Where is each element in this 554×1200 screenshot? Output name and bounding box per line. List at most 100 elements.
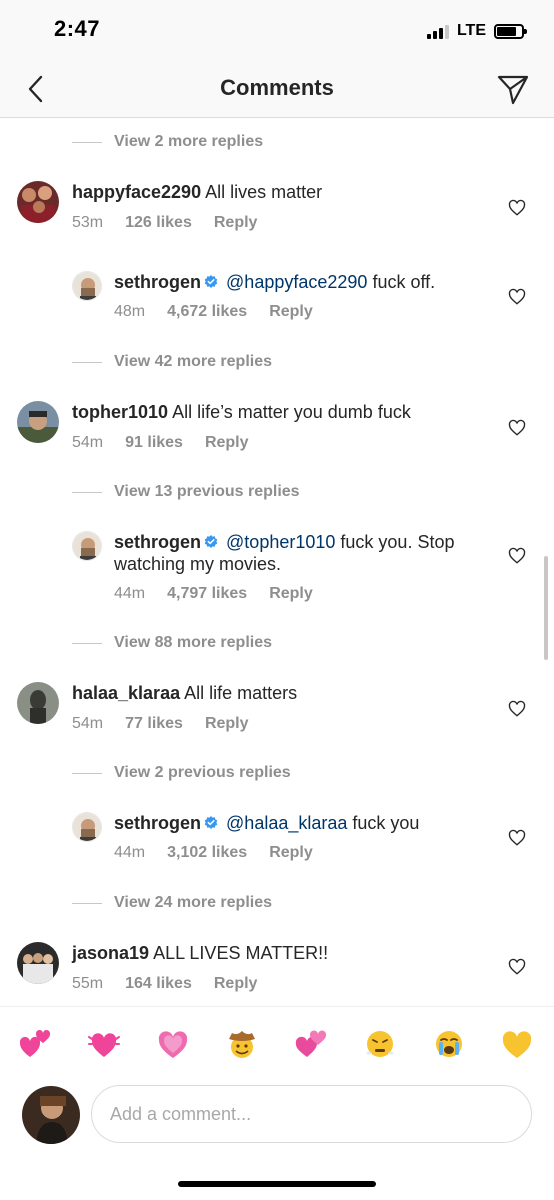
comment-likes[interactable]: 3,102 likes (167, 844, 247, 862)
divider (72, 141, 102, 143)
comment-body: ALL LIVES MATTER!! (153, 943, 329, 963)
user-avatar[interactable] (22, 1086, 80, 1144)
comment-body-line2: watching my movies. (114, 554, 282, 574)
view-previous-replies-button[interactable]: View 2 previous replies (72, 761, 291, 785)
comment-body: fuck you. Stop (340, 532, 455, 552)
paper-plane-icon (497, 75, 529, 105)
comment-meta: 48m 4,672 likes Reply (114, 303, 313, 321)
reply-button[interactable]: Reply (269, 585, 313, 603)
status-indicators: LTE (426, 20, 527, 42)
avatar[interactable] (17, 401, 59, 443)
comment-likes[interactable]: 77 likes (125, 715, 183, 733)
two-hearts-icon[interactable] (18, 1027, 52, 1061)
comment-username[interactable]: topher1010 (72, 402, 168, 422)
comment-text: sethrogen @halaa_klaraa fuck you (114, 812, 419, 834)
comment-time: 53m (72, 214, 104, 231)
view-previous-replies-label: View 13 previous replies (114, 483, 300, 500)
comment-username[interactable]: halaa_klaraa (72, 683, 180, 703)
divider (72, 642, 102, 644)
comment-likes[interactable]: 4,797 likes (167, 585, 247, 603)
view-more-replies-label: View 88 more replies (114, 634, 273, 651)
page-title: Comments (220, 75, 334, 100)
view-more-replies-button[interactable]: View 88 more replies (72, 631, 272, 655)
reply-button[interactable]: Reply (205, 715, 249, 733)
comment-username[interactable]: jasona19 (72, 943, 149, 963)
avatar[interactable] (17, 682, 59, 724)
like-heart-icon[interactable] (508, 419, 526, 437)
reply-button[interactable]: Reply (214, 214, 258, 232)
comment-username[interactable]: sethrogen (114, 532, 201, 552)
divider (72, 772, 102, 774)
comment-username[interactable]: happyface2290 (72, 182, 201, 202)
reply-button[interactable]: Reply (269, 303, 313, 321)
cowboy-face-icon[interactable] (225, 1027, 259, 1061)
view-more-replies-button[interactable]: View 24 more replies (72, 891, 272, 915)
view-more-replies-button[interactable]: View 2 more replies (72, 130, 263, 154)
comment-body: fuck off. (372, 272, 436, 292)
comment-username[interactable]: sethrogen (114, 813, 201, 833)
verified-badge-icon (204, 275, 218, 288)
growing-heart-icon[interactable] (156, 1027, 190, 1061)
avatar[interactable] (17, 181, 59, 223)
comment-time: 54m (72, 715, 104, 732)
comment-list[interactable]: View 2 more replies happyface2290 All li… (0, 119, 554, 1006)
reply-button[interactable]: Reply (205, 434, 249, 452)
status-bar: 2:47 LTE (0, 0, 554, 60)
share-button[interactable] (496, 72, 530, 106)
comment-meta: 53m 126 likes Reply (72, 214, 257, 232)
like-heart-icon[interactable] (508, 700, 526, 718)
avatar[interactable] (72, 271, 102, 301)
comment-time: 44m (114, 585, 146, 602)
view-more-replies-label: View 2 more replies (114, 133, 264, 150)
revolving-hearts-icon[interactable] (294, 1027, 328, 1061)
divider (72, 361, 102, 363)
comment-time: 55m (72, 975, 104, 992)
comment-composer (0, 1078, 554, 1200)
comment-body: All lives matter (205, 182, 323, 202)
comment-username[interactable]: sethrogen (114, 272, 201, 292)
like-heart-icon[interactable] (508, 958, 526, 976)
comment-time: 44m (114, 844, 146, 861)
view-more-replies-button[interactable]: View 42 more replies (72, 350, 272, 374)
comment-likes[interactable]: 91 likes (125, 434, 183, 452)
comment-meta: 54m 91 likes Reply (72, 434, 249, 452)
home-indicator[interactable] (178, 1181, 376, 1187)
verified-badge-icon (204, 535, 218, 548)
comment-text: sethrogen @happyface2290 fuck off. (114, 271, 435, 293)
network-type: LTE (456, 22, 486, 39)
view-more-replies-label: View 42 more replies (114, 353, 273, 370)
comment-meta: 54m 77 likes Reply (72, 715, 249, 733)
comment-time: 48m (114, 303, 146, 320)
comment-text: sethrogen @topher1010 fuck you. Stop wat… (114, 531, 494, 575)
steam-face-icon[interactable] (363, 1027, 397, 1061)
add-comment-input[interactable] (91, 1085, 532, 1143)
scrollbar[interactable] (544, 556, 548, 660)
beating-heart-icon[interactable] (87, 1027, 121, 1061)
comment-body: All life matters (184, 683, 298, 703)
view-previous-replies-button[interactable]: View 13 previous replies (72, 480, 300, 504)
avatar[interactable] (17, 942, 59, 984)
comment-likes[interactable]: 126 likes (125, 214, 192, 232)
like-heart-icon[interactable] (508, 547, 526, 565)
comment-mention[interactable]: @topher1010 (226, 532, 335, 552)
crying-face-icon[interactable] (432, 1027, 466, 1061)
header: Comments (0, 60, 554, 118)
yellow-heart-icon[interactable] (500, 1027, 534, 1061)
reply-button[interactable]: Reply (214, 975, 258, 993)
avatar[interactable] (72, 531, 102, 561)
avatar[interactable] (72, 812, 102, 842)
verified-badge-icon (204, 816, 218, 829)
comment-time: 54m (72, 434, 104, 451)
like-heart-icon[interactable] (508, 829, 526, 847)
comment-meta: 55m 164 likes Reply (72, 975, 257, 993)
comment-likes[interactable]: 164 likes (125, 975, 192, 993)
comment-mention[interactable]: @happyface2290 (226, 272, 367, 292)
battery-icon (494, 23, 527, 39)
emoji-quick-bar (0, 1006, 554, 1078)
view-more-replies-label: View 24 more replies (114, 894, 273, 911)
comment-likes[interactable]: 4,672 likes (167, 303, 247, 321)
comment-mention[interactable]: @halaa_klaraa (226, 813, 347, 833)
reply-button[interactable]: Reply (269, 844, 313, 862)
like-heart-icon[interactable] (508, 288, 526, 306)
like-heart-icon[interactable] (508, 199, 526, 217)
